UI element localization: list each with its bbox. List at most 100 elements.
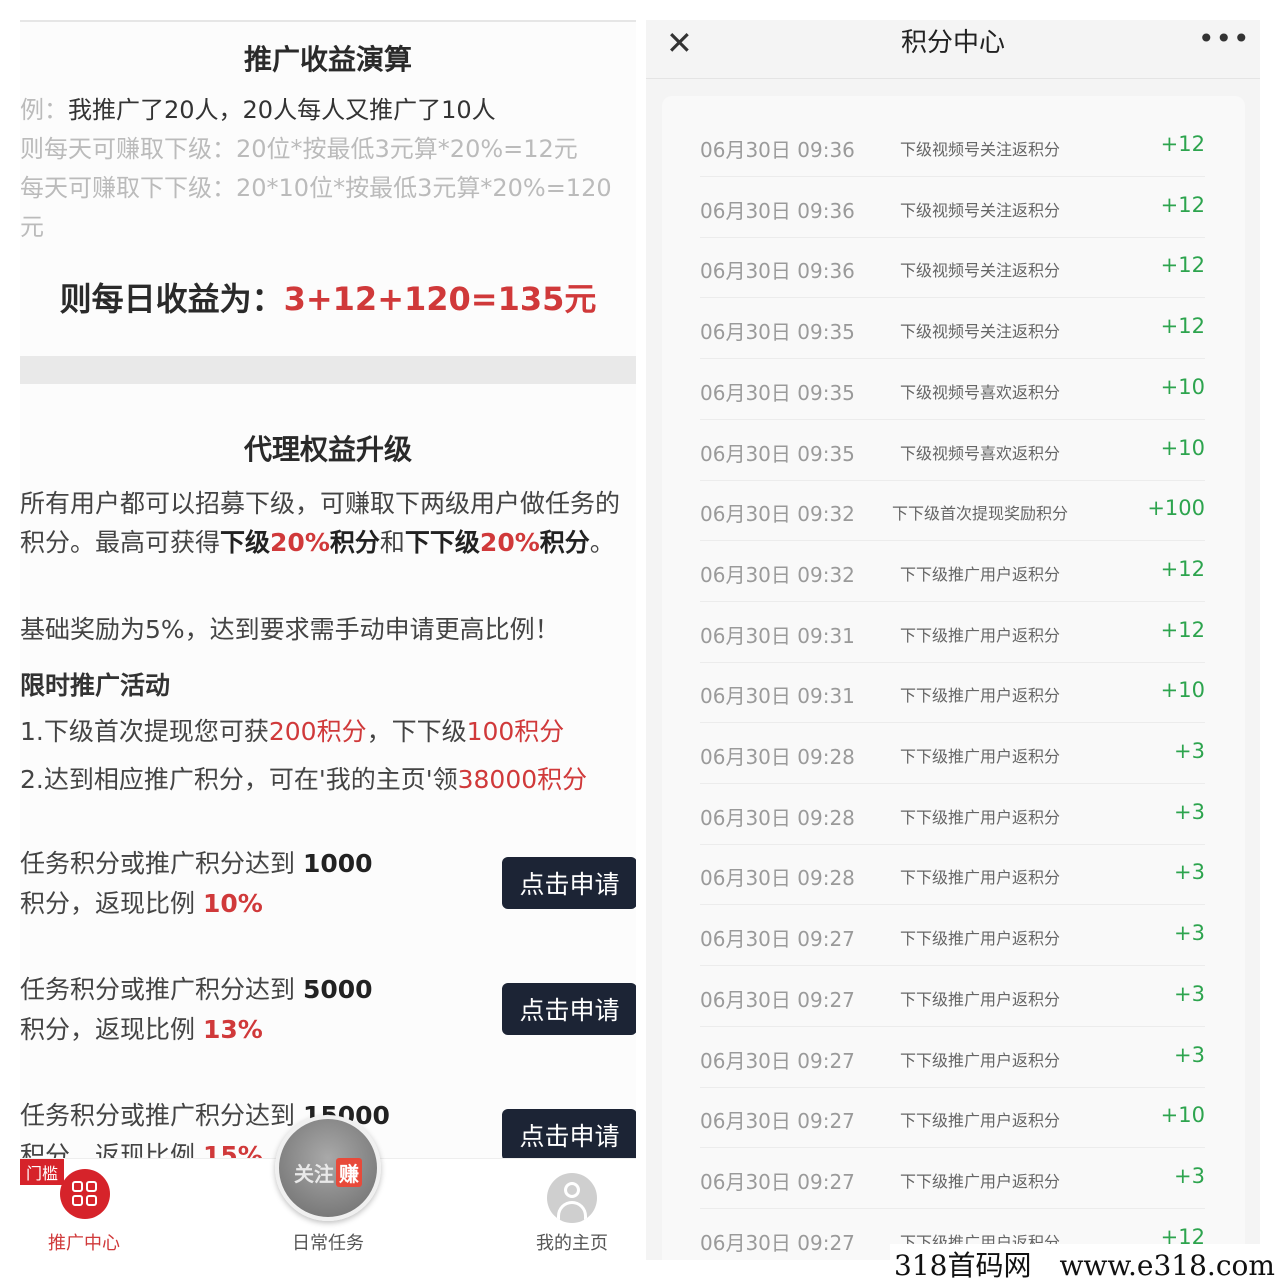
record-description: 下级视频号关注返积分 — [899, 140, 1060, 159]
promo-item-2-points: 38000积分 — [457, 765, 588, 794]
tier-2-rate: 13% — [202, 1015, 263, 1044]
record-description: 下下级推广用户返积分 — [899, 625, 1060, 645]
tab-daily-tasks-label: 日常任务 — [292, 1233, 364, 1254]
tier-1-prefix: 任务积分或推广积分达到 — [20, 849, 303, 878]
promo-item-1-points-2: 100积分 — [466, 717, 565, 746]
threshold-badge: 门槛 — [20, 1159, 64, 1185]
record-row: 06月30日 09:32 下下级推广用户返积分 +12 — [700, 541, 1205, 602]
agent-desc-subsub: 下下级 — [404, 528, 480, 557]
record-amount: +12 — [1160, 132, 1205, 156]
record-time: 06月30日 09:36 — [700, 138, 855, 162]
tier-1-apply-button[interactable]: 点击申请 — [502, 857, 636, 909]
record-time: 06月30日 09:27 — [700, 1048, 855, 1073]
record-time: 06月30日 09:36 — [700, 259, 855, 284]
app-logo: 关注赚 — [287, 1157, 369, 1187]
promo-item-1-points: 200积分 — [268, 717, 367, 746]
earnings-calc-title: 推广收益演算 — [243, 43, 412, 76]
record-description: 下下级推广用户返积分 — [899, 929, 1060, 949]
record-amount: +3 — [1174, 981, 1205, 1006]
record-row: 06月30日 09:35 下级视频号喜欢返积分 +10 — [700, 359, 1205, 420]
base-reward-text: 基础奖励为5%，达到要求需手动申请更高比例！ — [20, 615, 560, 644]
record-amount: +10 — [1160, 435, 1205, 460]
record-amount: +3 — [1174, 860, 1205, 885]
record-description: 下下级首次提现奖励积分 — [891, 504, 1068, 524]
record-time: 06月30日 09:32 — [700, 502, 855, 527]
record-description: 下下级推广用户返积分 — [899, 989, 1060, 1009]
app-logo-button[interactable]: 关注赚 — [275, 1115, 381, 1221]
promo-item-2-text: 2.达到相应推广积分，可在'我的主页'领 — [20, 765, 458, 794]
record-amount: +12 — [1160, 617, 1205, 642]
record-row: 06月30日 09:28 下下级推广用户返积分 +3 — [700, 723, 1205, 784]
tier-1-text: 任务积分或推广积分达到 1000 积分，返现比例 10% — [20, 844, 400, 924]
record-time: 06月30日 09:36 — [700, 198, 855, 223]
tier-3-apply-button[interactable]: 点击申请 — [502, 1109, 636, 1161]
record-time: 06月30日 09:28 — [700, 805, 855, 830]
tier-3-prefix: 任务积分或推广积分达到 — [20, 1101, 303, 1130]
record-description: 下下级推广用户返积分 — [899, 868, 1060, 888]
daily-earnings-label: 则每日收益为： — [59, 280, 284, 318]
example-line: 例：我推广了20人，20人每人又推广了10人 — [20, 90, 496, 125]
record-row: 06月30日 09:31 下下级推广用户返积分 +12 — [700, 602, 1205, 663]
record-amount: +12 — [1160, 314, 1205, 339]
app-logo-text: 关注 — [294, 1161, 334, 1186]
daily-earnings-value: 3+12+120=135元 — [283, 280, 597, 318]
record-time: 06月30日 09:27 — [700, 927, 855, 952]
record-time: 06月30日 09:27 — [700, 1109, 855, 1134]
tier-2-apply-button[interactable]: 点击申请 — [502, 983, 636, 1035]
calc-line-subsub: 每天可赚取下下级：20*10位*按最低3元算*20%=120 — [20, 174, 612, 202]
tier-1-line2: 积分，返现比例 — [20, 889, 203, 918]
record-description: 下级视频号喜欢返积分 — [899, 443, 1060, 463]
record-time: 06月30日 09:27 — [700, 1169, 855, 1194]
record-row: 06月30日 09:31 下下级推广用户返积分 +10 — [700, 662, 1205, 724]
record-amount: +3 — [1174, 1042, 1205, 1067]
record-time: 06月30日 09:27 — [700, 987, 855, 1012]
record-time: 06月30日 09:35 — [700, 320, 855, 345]
record-time: 06月30日 09:35 — [700, 441, 855, 466]
daily-earnings: 则每日收益为：3+12+120=135元 — [20, 274, 636, 320]
record-description: 下级视频号关注返积分 — [899, 322, 1060, 342]
record-row: 06月30日 09:28 下下级推广用户返积分 +3 — [700, 844, 1205, 906]
record-description: 下下级推广用户返积分 — [899, 1111, 1060, 1131]
tier-2-text: 任务积分或推广积分达到 5000 积分，返现比例 13% — [20, 970, 400, 1050]
agent-desc-points-2: 积分 — [539, 528, 590, 557]
limited-promo-title: 限时推广活动 — [20, 671, 171, 700]
promo-item-2: 2.达到相应推广积分，可在'我的主页'领38000积分 — [20, 760, 587, 796]
tab-promotion-center-label: 推广中心 — [48, 1233, 120, 1254]
record-row: 06月30日 09:27 下下级推广用户返积分 +3 — [700, 1148, 1205, 1209]
record-time: 06月30日 09:35 — [700, 380, 855, 405]
record-time: 06月30日 09:27 — [700, 1230, 855, 1255]
agent-desc-and: 和 — [379, 528, 405, 557]
record-time: 06月30日 09:32 — [700, 562, 855, 587]
record-row: 06月30日 09:36 下级视频号关注返积分 +12 — [700, 177, 1205, 238]
record-amount: +12 — [1160, 253, 1205, 278]
user-icon — [547, 1173, 597, 1223]
promo-item-1: 1.下级首次提现您可获200积分，下下级100积分 — [20, 712, 564, 748]
record-amount: +12 — [1160, 556, 1205, 581]
record-row: 06月30日 09:27 下下级推广用户返积分 +3 — [700, 966, 1205, 1027]
record-amount: +10 — [1160, 374, 1205, 399]
record-description: 下级视频号关注返积分 — [899, 200, 1060, 220]
agent-desc-subsub-rate: 20% — [479, 528, 540, 557]
promotion-center-screen: 推广收益演算 例：我推广了20人，20人每人又推广了10人 则每天可赚取下级：2… — [20, 20, 636, 1260]
tier-1-rate: 10% — [202, 889, 263, 918]
tier-2-prefix: 任务积分或推广积分达到 — [20, 975, 303, 1004]
example-text: 我推广了20人，20人每人又推广了10人 — [68, 96, 496, 124]
record-description: 下下级推广用户返积分 — [899, 564, 1060, 584]
record-time: 06月30日 09:31 — [700, 623, 855, 648]
record-row: 06月30日 09:32 下下级首次提现奖励积分 +100 — [700, 480, 1205, 542]
record-amount: +3 — [1174, 739, 1205, 763]
app-logo-badge: 赚 — [336, 1157, 362, 1187]
promo-item-1-mid: ，下下级 — [366, 717, 467, 746]
more-icon[interactable]: ••• — [1198, 22, 1251, 55]
record-description: 下下级推广用户返积分 — [899, 1171, 1060, 1191]
calc-line-sub: 则每天可赚取下级：20位*按最低3元算*20%=12元 — [20, 135, 578, 163]
record-row: 06月30日 09:28 下下级推广用户返积分 +3 — [700, 784, 1205, 845]
record-amount: +3 — [1174, 799, 1205, 824]
record-amount: +10 — [1160, 678, 1205, 703]
record-time: 06月30日 09:28 — [700, 745, 855, 769]
record-amount: +3 — [1174, 921, 1205, 946]
record-amount: +100 — [1147, 496, 1205, 521]
tier-1-points: 1000 — [302, 849, 373, 878]
record-row: 06月30日 09:27 下下级推广用户返积分 +3 — [700, 905, 1205, 967]
agent-desc-sub: 下级 — [220, 528, 271, 557]
